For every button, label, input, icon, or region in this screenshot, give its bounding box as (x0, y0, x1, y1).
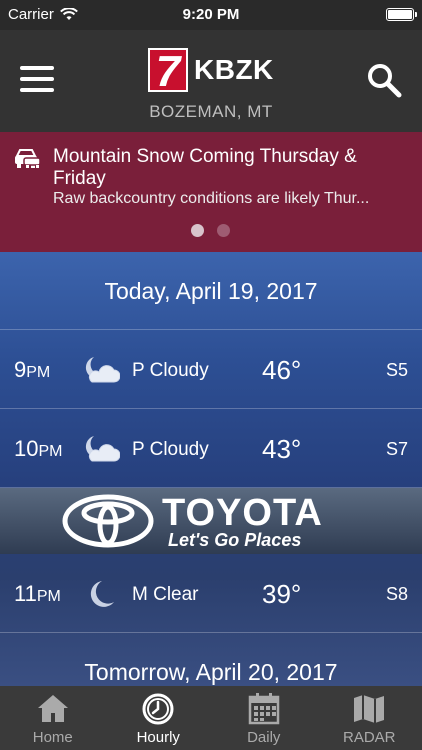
ad-brand: TOYOTA (162, 492, 323, 534)
hour-time: 11PM (14, 581, 61, 606)
hour-condition: M Clear (132, 584, 199, 605)
hour-row[interactable]: 9PM P Cloudy 46° S5 (0, 330, 422, 409)
hour-wind: S5 (385, 360, 408, 380)
tab-radar[interactable]: RADAR (317, 686, 422, 750)
day-header-today: Today, April 19, 2017 (0, 252, 422, 330)
partly-cloudy-night-icon (85, 357, 120, 383)
location-label: BOZEMAN, MT (149, 102, 273, 121)
hour-condition: P Cloudy (132, 360, 209, 381)
logo-number: 7 (148, 48, 188, 94)
toyota-ad-banner[interactable]: TOYOTA Let's Go Places (0, 488, 422, 554)
tab-daily[interactable]: Daily (211, 686, 317, 750)
alert-title: Mountain Snow Coming Thursday & Friday (53, 146, 357, 189)
day-header-tomorrow: Tomorrow, April 20, 2017 (84, 659, 338, 685)
hour-row[interactable]: 11PM M Clear 39° S8 (0, 554, 422, 633)
status-bar: Carrier 9:20 PM (0, 0, 422, 30)
alert-body: Raw backcountry conditions are likely Th… (53, 190, 370, 207)
hour-temp: 46° (262, 355, 302, 385)
hamburger-icon (20, 66, 54, 70)
hour-temp: 39° (262, 579, 302, 609)
tab-label: Home (32, 729, 73, 746)
battery-icon (386, 8, 417, 21)
clock-icon (142, 693, 174, 725)
tab-home[interactable]: Home (0, 686, 106, 750)
app-header: 7 KBZK BOZEMAN, MT (0, 30, 422, 132)
tab-label: Daily (247, 729, 281, 746)
moon-icon (90, 581, 114, 607)
toyota-emblem-icon (62, 494, 154, 548)
tab-hourly[interactable]: Hourly (106, 686, 212, 750)
hour-condition: P Cloudy (132, 439, 209, 460)
hourly-forecast[interactable]: Today, April 19, 2017 9PM P Cloudy 46° S… (0, 252, 422, 686)
hour-temp: 43° (262, 434, 302, 464)
page-dot[interactable] (217, 224, 230, 237)
tab-label: RADAR (342, 729, 396, 746)
tab-label: Hourly (136, 729, 180, 746)
hour-wind: S8 (385, 584, 408, 604)
page-dot-active[interactable] (191, 224, 204, 237)
hour-time: 9PM (14, 357, 51, 382)
ad-tagline: Let's Go Places (168, 530, 302, 550)
calendar-icon (248, 693, 279, 725)
station-logo: 7 KBZK (148, 48, 274, 94)
hour-row[interactable]: 10PM P Cloudy 43° S7 (0, 409, 422, 488)
hour-time: 10PM (14, 436, 63, 461)
home-icon (37, 695, 68, 722)
partly-cloudy-night-icon (85, 436, 120, 462)
hour-wind: S7 (385, 439, 408, 459)
car-icon (15, 149, 41, 168)
menu-button[interactable] (20, 66, 54, 92)
search-icon[interactable] (366, 62, 402, 98)
tab-bar: Home Hourly Daily RADAR (0, 686, 422, 750)
map-icon (354, 695, 385, 723)
alert-banner[interactable]: Mountain Snow Coming Thursday & Friday R… (0, 132, 422, 252)
logo-call-letters: KBZK (194, 54, 274, 85)
status-time: 9:20 PM (182, 6, 240, 23)
